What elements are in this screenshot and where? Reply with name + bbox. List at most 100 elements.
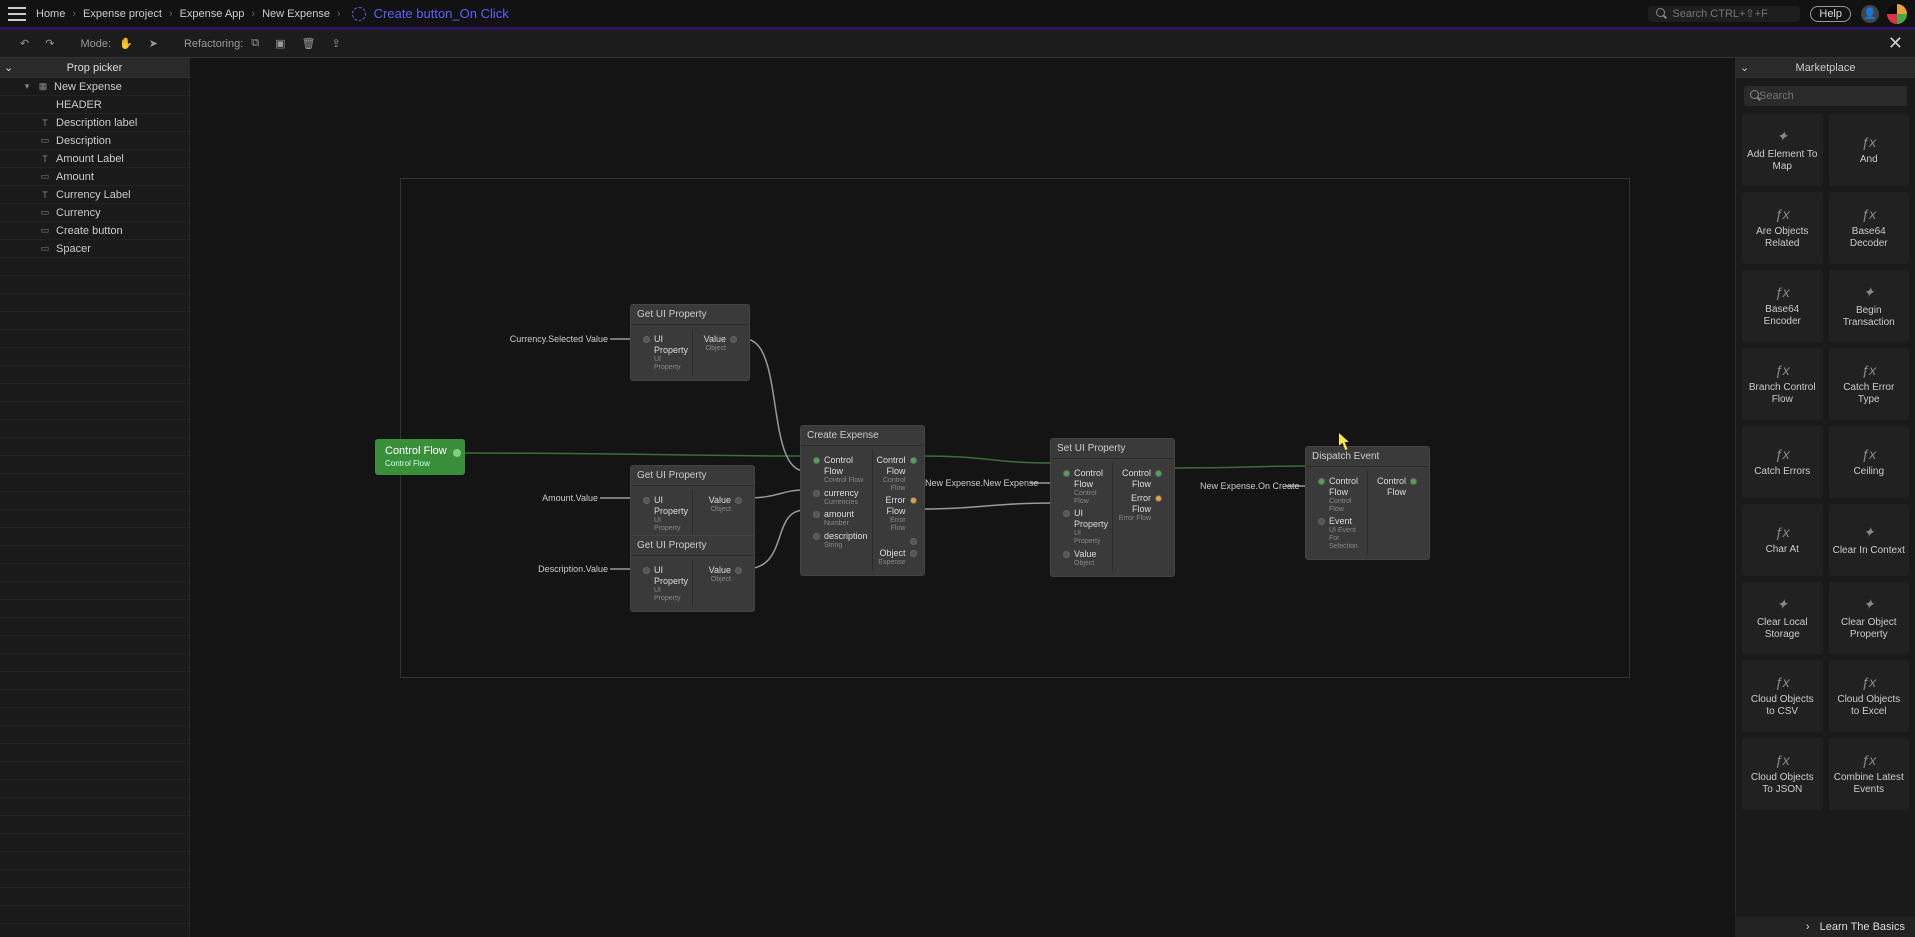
marketplace-tile[interactable]: ƒxCatch Error Type bbox=[1829, 348, 1910, 420]
output-port[interactable] bbox=[1410, 478, 1417, 485]
prop-picker-header[interactable]: ⌄ Prop picker bbox=[0, 58, 189, 78]
marketplace-tile[interactable]: ƒxBase64 Encoder bbox=[1742, 270, 1823, 342]
tree-item[interactable]: HEADER bbox=[0, 96, 189, 114]
marketplace-tile[interactable]: ✦Add Element To Map bbox=[1742, 114, 1823, 186]
input-port[interactable] bbox=[813, 511, 820, 518]
tree-item[interactable]: ▭Description bbox=[0, 132, 189, 150]
output-port[interactable] bbox=[1155, 495, 1162, 502]
marketplace-tile[interactable]: ƒxCloud Objects to Excel bbox=[1829, 660, 1910, 732]
node-get-ui-property[interactable]: Get UI Property UI PropertyUI Property V… bbox=[630, 304, 750, 381]
marketplace-tile[interactable]: ƒxCatch Errors bbox=[1742, 426, 1823, 498]
chevron-down-icon[interactable]: ⌄ bbox=[4, 61, 13, 74]
output-port-row[interactable]: Error FlowError Flow bbox=[1117, 493, 1166, 523]
tree-item[interactable]: ▭Currency bbox=[0, 204, 189, 222]
export-icon[interactable]: ⇪ bbox=[331, 37, 340, 50]
marketplace-tile[interactable]: ✦Clear In Context bbox=[1829, 504, 1910, 576]
close-icon[interactable]: ✕ bbox=[1888, 33, 1903, 54]
copy-icon[interactable]: ⧉ bbox=[251, 37, 259, 50]
breadcrumb-item[interactable]: Expense project bbox=[83, 8, 162, 20]
node-set-ui-property[interactable]: Set UI Property Control FlowControl Flow… bbox=[1050, 438, 1175, 577]
input-port-row[interactable]: Control FlowControl Flow bbox=[809, 455, 868, 485]
tree-item[interactable]: ▭Spacer bbox=[0, 240, 189, 258]
marketplace-tile[interactable]: ƒxAre Objects Related bbox=[1742, 192, 1823, 264]
input-port-row[interactable]: amountNumber bbox=[809, 509, 868, 528]
node-dispatch-event[interactable]: Dispatch Event Control FlowControl FlowE… bbox=[1305, 446, 1430, 560]
output-port[interactable] bbox=[730, 336, 737, 343]
chevron-down-icon[interactable]: ⌄ bbox=[1740, 61, 1749, 74]
output-port[interactable] bbox=[910, 497, 917, 504]
output-port-row[interactable]: Control Flow bbox=[1117, 468, 1166, 490]
help-button[interactable]: Help bbox=[1810, 6, 1851, 22]
marketplace-tile[interactable]: ƒxCloud Objects to CSV bbox=[1742, 660, 1823, 732]
learn-footer[interactable]: › Learn The Basics bbox=[1735, 917, 1915, 937]
marketplace-tile[interactable]: ƒxBase64 Decoder bbox=[1829, 192, 1910, 264]
marketplace-tile[interactable]: ƒxBranch Control Flow bbox=[1742, 348, 1823, 420]
user-icon[interactable]: 👤 bbox=[1861, 5, 1879, 23]
paste-icon[interactable]: ▣ bbox=[275, 37, 285, 50]
start-node-control-flow[interactable]: Control Flow Control Flow bbox=[375, 439, 465, 475]
tree-item[interactable]: ▭Amount bbox=[0, 168, 189, 186]
undo-icon[interactable]: ↶ bbox=[20, 37, 29, 50]
output-port[interactable] bbox=[910, 550, 917, 557]
input-port-row[interactable]: UI PropertyUI Property bbox=[1059, 508, 1108, 545]
app-logo-icon[interactable] bbox=[1887, 4, 1907, 24]
marketplace-search-input[interactable] bbox=[1759, 90, 1901, 102]
output-port[interactable] bbox=[910, 457, 917, 464]
marketplace-header[interactable]: ⌄ Marketplace bbox=[1736, 58, 1915, 78]
tree-item[interactable]: ▭Create button bbox=[0, 222, 189, 240]
output-port[interactable] bbox=[1155, 470, 1162, 477]
tree-root[interactable]: ▾ ▦ New Expense bbox=[0, 78, 189, 96]
input-port-row[interactable]: ValueObject bbox=[1059, 549, 1108, 568]
input-port-row[interactable]: currencyCurrencies bbox=[809, 488, 868, 507]
output-port[interactable] bbox=[910, 538, 917, 545]
breadcrumb-item[interactable]: Home bbox=[36, 8, 65, 20]
node-get-ui-property[interactable]: Get UI Property UI PropertyUI Property V… bbox=[630, 535, 755, 612]
input-port[interactable] bbox=[1063, 551, 1070, 558]
marketplace-tile[interactable]: ƒxAnd bbox=[1829, 114, 1910, 186]
pan-mode-icon[interactable]: ✋ bbox=[119, 37, 133, 50]
input-port[interactable] bbox=[1063, 510, 1070, 517]
tree-item[interactable]: TCurrency Label bbox=[0, 186, 189, 204]
input-port[interactable] bbox=[643, 497, 650, 504]
marketplace-tile[interactable]: ƒxCeiling bbox=[1829, 426, 1910, 498]
node-get-ui-property[interactable]: Get UI Property UI PropertyUI Property V… bbox=[630, 465, 755, 542]
input-port-row[interactable]: EventUI Event For Selection bbox=[1314, 516, 1363, 550]
node-create-expense[interactable]: Create Expense Control FlowControl Flowc… bbox=[800, 425, 925, 576]
marketplace-search[interactable] bbox=[1744, 86, 1907, 106]
output-port-row[interactable]: Control FlowControl Flow bbox=[877, 455, 921, 492]
marketplace-tile[interactable]: ✦Begin Transaction bbox=[1829, 270, 1910, 342]
input-port[interactable] bbox=[643, 567, 650, 574]
redo-icon[interactable]: ↷ bbox=[45, 37, 54, 50]
input-port[interactable] bbox=[813, 533, 820, 540]
tree-item[interactable]: TDescription label bbox=[0, 114, 189, 132]
search-input[interactable] bbox=[1672, 8, 1792, 20]
input-port[interactable] bbox=[1318, 518, 1325, 525]
output-port[interactable] bbox=[735, 497, 742, 504]
input-port[interactable] bbox=[1063, 470, 1070, 477]
marketplace-tile[interactable]: ƒxCloud Objects To JSON bbox=[1742, 738, 1823, 810]
marketplace-tile[interactable]: ƒxChar At bbox=[1742, 504, 1823, 576]
marketplace-tile[interactable]: ✦Clear Object Property bbox=[1829, 582, 1910, 654]
breadcrumb-item[interactable]: New Expense bbox=[262, 8, 330, 20]
menu-icon[interactable] bbox=[8, 7, 26, 21]
output-port[interactable] bbox=[453, 449, 461, 457]
flow-canvas[interactable]: Control Flow Control Flow Currency.Selec… bbox=[190, 58, 1735, 937]
input-port[interactable] bbox=[1318, 478, 1325, 485]
output-port-row[interactable]: ObjectExpense bbox=[877, 548, 921, 567]
input-port-row[interactable]: Control FlowControl Flow bbox=[1314, 476, 1363, 513]
select-mode-icon[interactable]: ➤ bbox=[149, 37, 158, 50]
input-port[interactable] bbox=[813, 490, 820, 497]
delete-icon[interactable]: 🗑 bbox=[302, 37, 316, 50]
output-port[interactable] bbox=[735, 567, 742, 574]
output-port-row[interactable]: Control Flow bbox=[1372, 476, 1421, 498]
breadcrumb-item[interactable]: Expense App bbox=[180, 8, 245, 20]
input-port-row[interactable]: Control FlowControl Flow bbox=[1059, 468, 1108, 505]
global-search[interactable] bbox=[1648, 6, 1800, 22]
marketplace-tile[interactable]: ✦Clear Local Storage bbox=[1742, 582, 1823, 654]
tree-item[interactable]: TAmount Label bbox=[0, 150, 189, 168]
marketplace-tile[interactable]: ƒxCombine Latest Events bbox=[1829, 738, 1910, 810]
input-port[interactable] bbox=[813, 457, 820, 464]
input-port-row[interactable]: descriptionString bbox=[809, 531, 868, 550]
input-port[interactable] bbox=[643, 336, 650, 343]
output-port-row[interactable]: Error FlowError Flow bbox=[877, 495, 921, 532]
